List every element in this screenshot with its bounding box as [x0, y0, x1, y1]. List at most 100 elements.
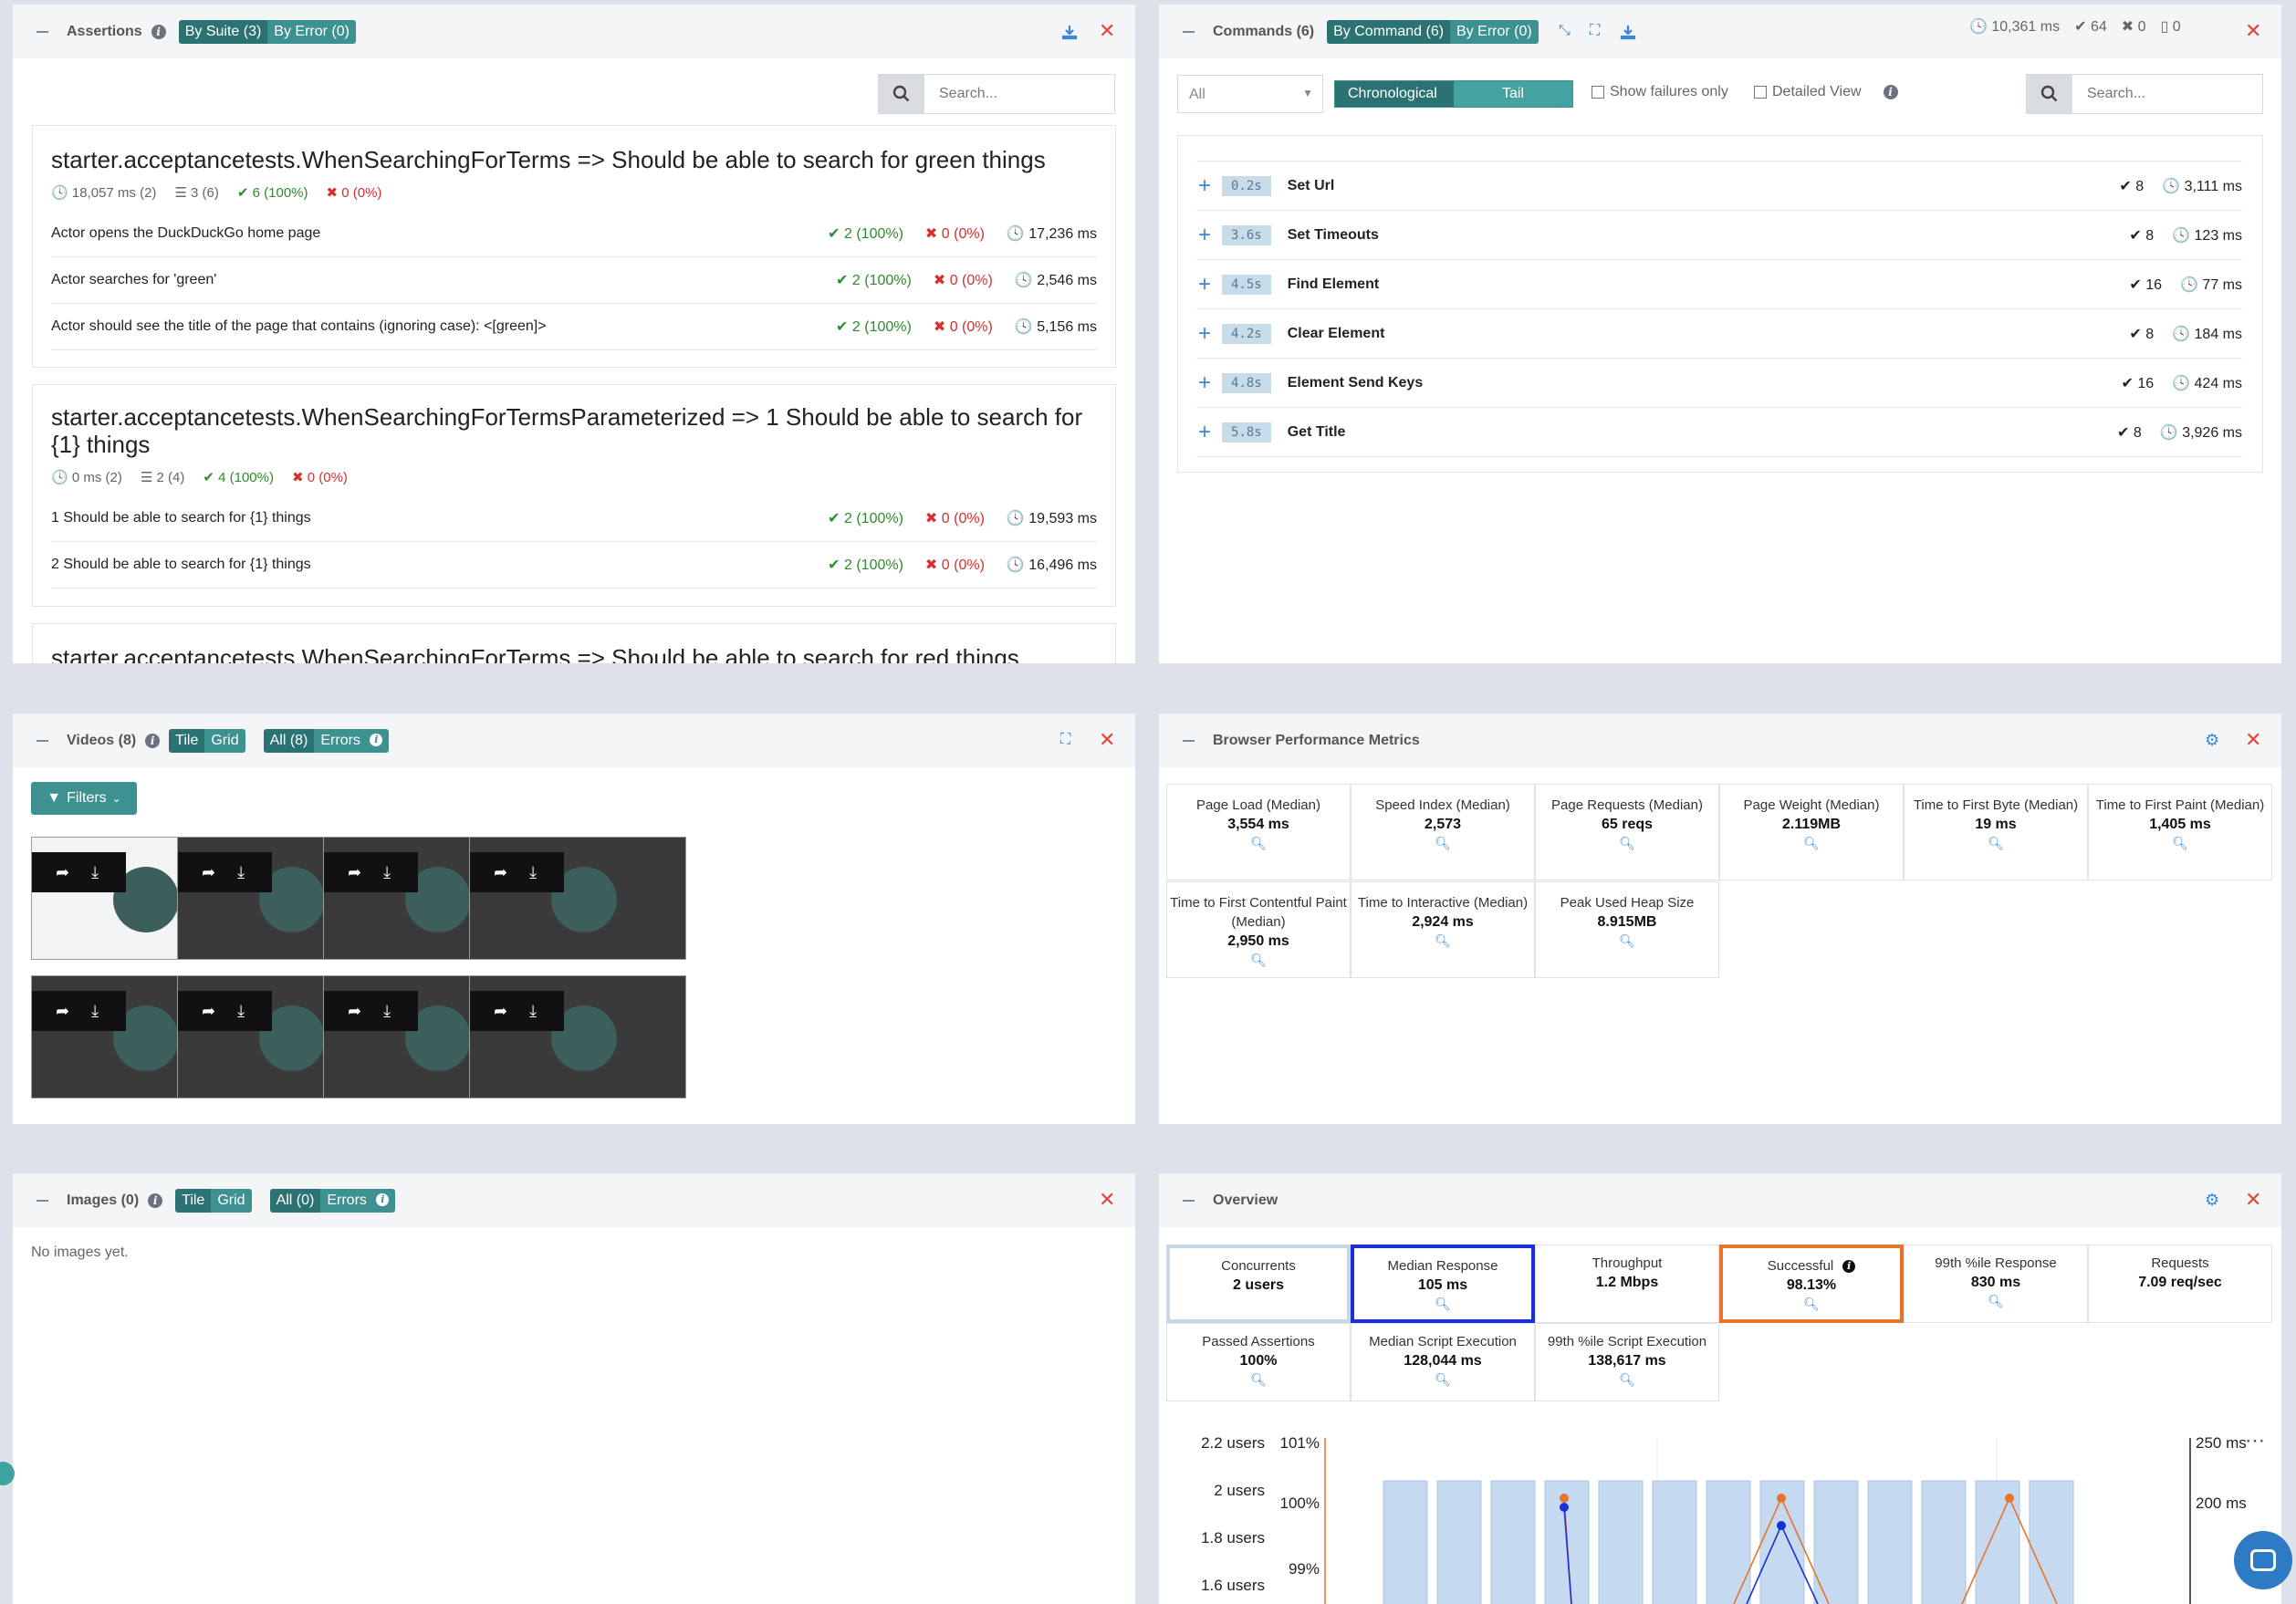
magnify-icon[interactable]: 🔍︎ — [1803, 836, 1820, 850]
assertion-row[interactable]: 2 Should be able to search for {1} thing… — [51, 542, 1097, 588]
video-thumbnail[interactable]: ➦ ⤓ — [469, 975, 686, 1099]
share-icon[interactable]: ➦ — [348, 1002, 361, 1021]
overview-card[interactable]: Successful i 98.13% 🔍︎ — [1719, 1245, 1904, 1323]
info-icon[interactable]: i — [1883, 85, 1898, 99]
tile-toggle[interactable]: Tile — [175, 1188, 212, 1213]
download-icon[interactable]: ⤓ — [237, 1002, 245, 1021]
grid-toggle[interactable]: Grid — [204, 728, 245, 753]
download-icon[interactable] — [1060, 19, 1079, 43]
suite-title[interactable]: starter.acceptancetests.WhenSearchingFor… — [51, 403, 1101, 458]
magnify-icon[interactable]: 🔍︎ — [1803, 1297, 1820, 1311]
filters-button[interactable]: ▼ Filters ⌄ — [31, 782, 137, 815]
overview-card[interactable]: 99th %ile Response 830 ms 🔍︎ — [1904, 1245, 2088, 1323]
assertions-search[interactable]: Search... — [878, 74, 1115, 114]
search-input[interactable]: Search... — [924, 86, 997, 102]
close-icon[interactable]: ✕ — [1099, 1188, 1115, 1212]
magnify-icon[interactable]: 🔍︎ — [1619, 836, 1635, 850]
assertion-row[interactable]: Actor searches for 'green' ✔ 2 (100%) ✖ 0… — [51, 257, 1097, 304]
magnify-icon[interactable]: 🔍︎ — [1250, 836, 1267, 850]
gear-icon[interactable]: ⚙ — [2205, 728, 2219, 752]
expand-icon[interactable]: + — [1198, 223, 1222, 248]
expand-icon[interactable]: + — [1198, 272, 1222, 297]
collapse-icon[interactable] — [1183, 30, 1195, 33]
command-filter-select[interactable]: All ▼ — [1177, 75, 1323, 113]
gear-icon[interactable]: ⚙ — [2205, 1188, 2219, 1212]
overview-card[interactable]: Throughput 1.2 Mbps — [1535, 1245, 1719, 1323]
more-icon[interactable]: ⋯ — [2245, 1429, 2265, 1453]
expand-icon[interactable]: ⛶ — [1590, 19, 1600, 43]
overview-card[interactable]: Passed Assertions 100% 🔍︎ — [1166, 1323, 1351, 1401]
share-icon[interactable]: ➦ — [202, 1002, 215, 1021]
share-icon[interactable]: ➦ — [56, 1002, 69, 1021]
assertion-row[interactable]: Actor should see the title of the page t… — [51, 304, 1097, 350]
close-icon[interactable]: ✕ — [2245, 1188, 2261, 1212]
download-icon[interactable]: ⤓ — [383, 863, 391, 882]
overview-card[interactable]: Median Script Execution 128,044 ms 🔍︎ — [1351, 1323, 1535, 1401]
chat-icon[interactable] — [2234, 1531, 2292, 1589]
expand-icon[interactable]: + — [1198, 370, 1222, 396]
command-row[interactable]: +3.6s Set Timeouts ✔ 8 🕓 123 ms — [1196, 211, 2242, 260]
search-input[interactable]: Search... — [2072, 86, 2145, 102]
collapse-icon[interactable] — [37, 739, 48, 742]
magnify-icon[interactable]: 🔍︎ — [1250, 953, 1267, 967]
command-row[interactable]: +5.8s Get Title ✔ 8 🕓 3,926 ms — [1196, 408, 2242, 457]
expand-icon[interactable]: + — [1198, 420, 1222, 445]
magnify-icon[interactable]: 🔍︎ — [1435, 933, 1451, 948]
close-icon[interactable]: ✕ — [2245, 19, 2261, 43]
all-filter[interactable]: All (0) — [269, 1188, 321, 1213]
close-icon[interactable]: ✕ — [1099, 19, 1115, 43]
magnify-icon[interactable]: 🔍︎ — [1619, 1372, 1635, 1387]
tail-toggle[interactable]: Tail — [1454, 81, 1572, 107]
compress-icon[interactable]: ⤡ — [1559, 19, 1571, 43]
overview-card[interactable]: Requests 7.09 req/sec — [2088, 1245, 2272, 1323]
errors-filter[interactable]: Errors i — [314, 728, 390, 753]
download-icon[interactable]: ⤓ — [91, 1002, 99, 1021]
show-failures-checkbox[interactable]: Show failures only — [1592, 84, 1728, 100]
all-filter[interactable]: All (8) — [263, 728, 315, 753]
download-icon[interactable]: ⤓ — [383, 1002, 391, 1021]
magnify-icon[interactable]: 🔍︎ — [1435, 836, 1451, 850]
overview-card[interactable]: 99th %ile Script Execution 138,617 ms 🔍︎ — [1535, 1323, 1719, 1401]
command-row[interactable]: +4.5s Find Element ✔ 16 🕓 77 ms — [1196, 260, 2242, 309]
errors-filter[interactable]: Errors i — [320, 1188, 396, 1213]
info-icon[interactable]: i — [151, 24, 166, 39]
info-icon[interactable]: i — [1842, 1260, 1856, 1274]
by-command-toggle[interactable]: By Command (6) — [1327, 19, 1451, 44]
overview-card[interactable]: Median Response 105 ms 🔍︎ — [1351, 1245, 1535, 1323]
share-icon[interactable]: ➦ — [56, 863, 69, 882]
magnify-icon[interactable]: 🔍︎ — [1250, 1372, 1267, 1387]
video-thumbnail[interactable]: ➦ ⤓ — [469, 837, 686, 960]
grid-toggle[interactable]: Grid — [211, 1188, 252, 1213]
command-row[interactable]: +4.2s Clear Element ✔ 8 🕓 184 ms — [1196, 309, 2242, 359]
detailed-view-checkbox[interactable]: Detailed View i — [1754, 84, 1898, 100]
chronological-toggle[interactable]: Chronological — [1335, 81, 1454, 107]
download-icon[interactable]: ⤓ — [91, 863, 99, 882]
overview-card[interactable]: Concurrents 2 users — [1166, 1245, 1351, 1323]
expand-icon[interactable]: + — [1198, 321, 1222, 347]
magnify-icon[interactable]: 🔍︎ — [1435, 1372, 1451, 1387]
close-icon[interactable]: ✕ — [1099, 728, 1115, 752]
suite-title[interactable]: starter.acceptancetests.WhenSearchingFor… — [51, 146, 1046, 173]
commands-search[interactable]: Search... — [2026, 74, 2263, 114]
command-row[interactable]: +0.2s Set Url ✔ 8 🕓 3,111 ms — [1196, 161, 2242, 211]
magnify-icon[interactable]: 🔍︎ — [2172, 836, 2188, 850]
suite-title[interactable]: starter.acceptancetests.WhenSearchingFor… — [51, 644, 1019, 663]
collapse-icon[interactable] — [37, 30, 48, 33]
command-row[interactable]: +4.8s Element Send Keys ✔ 16 🕓 424 ms — [1196, 359, 2242, 408]
close-icon[interactable]: ✕ — [2245, 728, 2261, 752]
magnify-icon[interactable]: 🔍︎ — [1988, 836, 2004, 850]
by-error-toggle[interactable]: By Error (0) — [267, 19, 356, 44]
by-error-toggle[interactable]: By Error (0) — [1450, 19, 1539, 44]
info-icon[interactable]: i — [145, 733, 161, 748]
download-icon[interactable]: ⤓ — [529, 863, 537, 882]
assertion-row[interactable]: Actor opens the DuckDuckGo home page ✔ 2… — [51, 211, 1097, 257]
magnify-icon[interactable]: 🔍︎ — [1435, 1297, 1451, 1311]
tile-toggle[interactable]: Tile — [169, 728, 205, 753]
info-icon[interactable]: i — [148, 1193, 163, 1208]
collapse-icon[interactable] — [37, 1199, 48, 1202]
download-icon[interactable] — [1619, 19, 1637, 43]
assertion-row[interactable]: 1 Should be able to search for {1} thing… — [51, 495, 1097, 542]
by-suite-toggle[interactable]: By Suite (3) — [178, 19, 268, 44]
share-icon[interactable]: ➦ — [202, 863, 215, 882]
magnify-icon[interactable]: 🔍︎ — [1619, 933, 1635, 948]
